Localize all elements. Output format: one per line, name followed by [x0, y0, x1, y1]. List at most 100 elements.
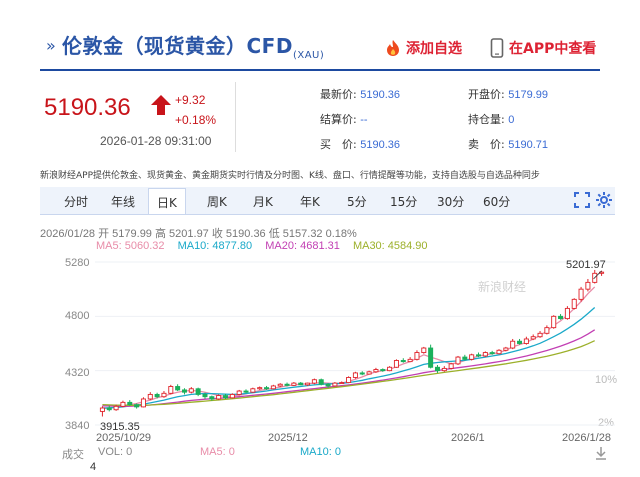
tab-daily-k[interactable]: 日K [148, 188, 186, 214]
ma30-line [102, 340, 595, 406]
tab-yearly-k[interactable]: 年K [300, 193, 320, 210]
candle-body[interactable] [113, 405, 119, 411]
candle-body[interactable] [229, 393, 235, 399]
candle-body[interactable] [346, 377, 352, 384]
candle-body[interactable] [537, 332, 543, 338]
candle-body[interactable] [530, 336, 536, 340]
candle-body[interactable] [496, 349, 502, 355]
candle-body[interactable] [441, 367, 447, 372]
candle-body[interactable] [99, 407, 105, 412]
candle-body[interactable] [175, 386, 181, 391]
settle-price-row: 结算价: -- [320, 111, 368, 127]
candle-body[interactable] [359, 372, 365, 375]
candle-body[interactable] [517, 340, 523, 344]
candle-body[interactable] [250, 388, 256, 393]
tab-intraday[interactable]: 分时 [64, 193, 88, 210]
candle-body[interactable] [434, 366, 440, 372]
candle-body[interactable] [277, 383, 283, 387]
candle-body[interactable] [380, 369, 386, 372]
candle-body[interactable] [154, 393, 160, 398]
candle-body[interactable] [366, 371, 372, 375]
candle-body[interactable] [222, 395, 229, 399]
x-tick-label: 2026/1 [451, 432, 485, 444]
candle-body[interactable] [134, 404, 140, 408]
candle-body[interactable] [407, 358, 413, 363]
candle-body[interactable] [257, 387, 263, 390]
candle-body[interactable] [578, 288, 584, 300]
candle-body[interactable] [202, 393, 208, 398]
candle-body[interactable] [393, 360, 399, 368]
candle-body[interactable] [161, 392, 167, 398]
candle-body[interactable] [106, 407, 112, 411]
view-in-app-button[interactable]: 在APP中查看 [490, 38, 596, 58]
candle-body[interactable] [318, 379, 324, 385]
candle-body[interactable] [264, 387, 270, 390]
candle-body[interactable] [195, 388, 201, 395]
candle-body[interactable] [270, 385, 276, 390]
candle-body[interactable] [236, 390, 242, 395]
candle-body[interactable] [140, 398, 146, 408]
candle-body[interactable] [387, 366, 393, 372]
tab-monthly-k[interactable]: 月K [253, 193, 273, 210]
sell-label: 卖 价: [468, 138, 505, 151]
candle-body[interactable] [462, 356, 468, 360]
candle-body[interactable] [558, 315, 564, 320]
candle-body[interactable] [332, 382, 338, 387]
candle-body[interactable] [216, 395, 222, 400]
candle-body[interactable] [551, 315, 557, 329]
candle-body[interactable] [291, 382, 297, 386]
candle-body[interactable] [181, 389, 187, 393]
candle-body[interactable] [448, 363, 454, 369]
settings-icon[interactable] [595, 191, 613, 209]
tab-30min[interactable]: 30分 [437, 193, 464, 210]
candle-body[interactable] [421, 347, 427, 354]
x-tick-label: 2025/12 [268, 432, 308, 444]
candle-body[interactable] [127, 401, 133, 406]
candle-body[interactable] [339, 382, 345, 385]
tab-weekly-k[interactable]: 周K [207, 193, 227, 210]
candle-body[interactable] [564, 307, 570, 320]
candle-body[interactable] [188, 388, 194, 393]
candle-body[interactable] [325, 383, 331, 387]
candle-body[interactable] [168, 386, 174, 394]
tab-year-line[interactable]: 年线 [111, 193, 135, 210]
candle-body[interactable] [284, 383, 290, 386]
download-icon[interactable] [594, 446, 608, 460]
tab-5min[interactable]: 5分 [347, 193, 367, 210]
ohlc-info: 2026/01/28 开 5179.99 高 5201.97 收 5190.36… [40, 228, 357, 240]
candle-body[interactable] [400, 360, 406, 363]
buy-label: 买 价: [320, 138, 357, 151]
quote-time: 2026-01-28 09:31:00 [100, 134, 212, 148]
candle-body[interactable] [489, 352, 495, 355]
candle-body[interactable] [305, 382, 311, 386]
candle-body[interactable] [469, 354, 475, 360]
tab-60min[interactable]: 60分 [483, 193, 510, 210]
candle-body[interactable] [475, 354, 482, 357]
candle-body[interactable] [428, 347, 434, 368]
tab-15min[interactable]: 15分 [390, 193, 417, 210]
candle-body[interactable] [120, 401, 126, 407]
candle-body[interactable] [544, 327, 550, 334]
candle-body[interactable] [482, 352, 488, 357]
candle-body[interactable] [147, 393, 153, 400]
candle-body[interactable] [455, 356, 461, 365]
candle-body[interactable] [503, 347, 509, 351]
open-value: 5179.99 [508, 89, 548, 101]
volume-label: 成交 [62, 449, 84, 461]
candle-body[interactable] [585, 281, 591, 290]
expand-icon[interactable] [573, 191, 591, 209]
candlestick-chart[interactable] [95, 250, 615, 435]
candle-body[interactable] [209, 396, 215, 400]
candle-body[interactable] [510, 340, 516, 349]
candle-body[interactable] [373, 369, 379, 373]
add-favorite-button[interactable]: 添加自选 [384, 38, 462, 58]
candle-body[interactable] [523, 338, 529, 344]
candle-body[interactable] [298, 382, 304, 386]
x-tick-label: 2026/1/28 [562, 432, 611, 444]
candle-body[interactable] [571, 298, 577, 309]
candle-body[interactable] [414, 352, 420, 360]
candle-body[interactable] [311, 379, 317, 384]
candle-body[interactable] [243, 390, 249, 393]
ask-price-row: 卖 价: 5190.71 [468, 136, 548, 152]
candle-body[interactable] [352, 372, 358, 378]
